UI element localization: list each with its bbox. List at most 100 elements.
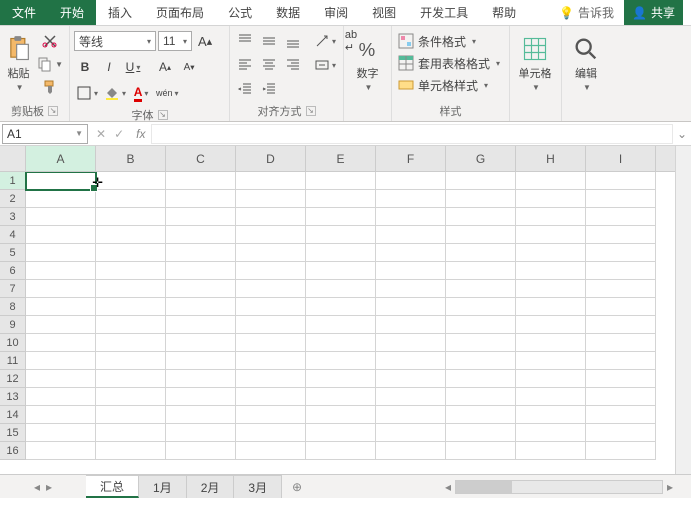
select-all-corner[interactable] xyxy=(0,146,26,171)
column-header[interactable]: G xyxy=(446,146,516,171)
dialog-launcher-icon[interactable]: ↘ xyxy=(48,106,58,116)
cell[interactable] xyxy=(516,172,586,190)
sheet-nav-next-icon[interactable]: ▸ xyxy=(46,480,52,494)
hscroll-track[interactable] xyxy=(455,480,663,494)
cell[interactable] xyxy=(376,244,446,262)
cell[interactable] xyxy=(26,424,96,442)
cell[interactable] xyxy=(306,172,376,190)
number-format-button[interactable]: % 数字 ▼ xyxy=(348,30,387,96)
sheet-tab-2[interactable]: 2月 xyxy=(187,475,235,498)
row-header[interactable]: 7 xyxy=(0,280,26,298)
cancel-formula-button[interactable]: ✕ xyxy=(96,127,106,141)
cell[interactable] xyxy=(166,370,236,388)
vertical-scrollbar[interactable] xyxy=(675,146,691,474)
cell[interactable] xyxy=(166,208,236,226)
cell[interactable] xyxy=(26,208,96,226)
cell[interactable] xyxy=(26,370,96,388)
cell[interactable] xyxy=(446,406,516,424)
cell[interactable] xyxy=(586,406,656,424)
cell[interactable] xyxy=(26,316,96,334)
format-painter-button[interactable] xyxy=(35,76,65,98)
cell[interactable] xyxy=(236,442,306,460)
row-header[interactable]: 16 xyxy=(0,442,26,460)
cell[interactable] xyxy=(446,352,516,370)
cell[interactable] xyxy=(166,226,236,244)
cell[interactable] xyxy=(446,172,516,190)
column-header[interactable]: H xyxy=(516,146,586,171)
cell[interactable] xyxy=(96,190,166,208)
cell[interactable] xyxy=(516,244,586,262)
column-header[interactable]: C xyxy=(166,146,236,171)
cell[interactable] xyxy=(236,406,306,424)
row-header[interactable]: 1 xyxy=(0,172,26,190)
column-header[interactable]: D xyxy=(236,146,306,171)
cell[interactable] xyxy=(586,316,656,334)
cell[interactable] xyxy=(306,424,376,442)
edit-button[interactable]: 编辑 ▼ xyxy=(566,30,606,96)
cell[interactable] xyxy=(236,172,306,190)
cell[interactable] xyxy=(96,172,166,190)
cell-grid[interactable]: 1✛2345678910111213141516 xyxy=(0,172,691,474)
tab-formula[interactable]: 公式 xyxy=(216,0,264,25)
paste-button[interactable]: 粘贴 ▼ xyxy=(4,30,33,96)
cell[interactable] xyxy=(96,280,166,298)
row-header[interactable]: 10 xyxy=(0,334,26,352)
cell[interactable] xyxy=(446,424,516,442)
cell[interactable] xyxy=(236,334,306,352)
cell[interactable]: ✛ xyxy=(26,172,96,190)
cell[interactable] xyxy=(236,298,306,316)
cell[interactable] xyxy=(306,388,376,406)
tab-data[interactable]: 数据 xyxy=(264,0,312,25)
cell[interactable] xyxy=(96,208,166,226)
decrease-font-button[interactable]: A▾ xyxy=(178,56,200,78)
confirm-formula-button[interactable]: ✓ xyxy=(114,127,124,141)
row-header[interactable]: 11 xyxy=(0,352,26,370)
cell[interactable] xyxy=(236,226,306,244)
cell[interactable] xyxy=(236,280,306,298)
cell[interactable] xyxy=(516,388,586,406)
hscroll-thumb[interactable] xyxy=(456,481,512,493)
cell[interactable] xyxy=(516,406,586,424)
scroll-left-icon[interactable]: ◂ xyxy=(441,480,455,494)
cell[interactable] xyxy=(376,262,446,280)
cell[interactable] xyxy=(446,442,516,460)
row-header[interactable]: 8 xyxy=(0,298,26,316)
cell[interactable] xyxy=(26,406,96,424)
tab-page-layout[interactable]: 页面布局 xyxy=(144,0,216,25)
cell[interactable] xyxy=(446,244,516,262)
decrease-indent-button[interactable] xyxy=(234,78,256,100)
cell[interactable] xyxy=(446,298,516,316)
cell[interactable] xyxy=(516,208,586,226)
cut-button[interactable] xyxy=(35,30,65,52)
cell[interactable] xyxy=(306,244,376,262)
cell[interactable] xyxy=(96,424,166,442)
cell[interactable] xyxy=(26,334,96,352)
align-middle-button[interactable] xyxy=(258,30,280,52)
cell[interactable] xyxy=(306,208,376,226)
cell[interactable] xyxy=(446,388,516,406)
cell[interactable] xyxy=(166,280,236,298)
cell[interactable] xyxy=(306,334,376,352)
cell[interactable] xyxy=(96,262,166,280)
cell[interactable] xyxy=(376,316,446,334)
cell[interactable] xyxy=(306,406,376,424)
cell[interactable] xyxy=(516,424,586,442)
cell[interactable] xyxy=(516,442,586,460)
row-header[interactable]: 12 xyxy=(0,370,26,388)
cell[interactable] xyxy=(236,262,306,280)
cell[interactable] xyxy=(166,388,236,406)
row-header[interactable]: 3 xyxy=(0,208,26,226)
column-header[interactable]: F xyxy=(376,146,446,171)
share-button[interactable]: 👤 共享 xyxy=(624,0,683,25)
cell[interactable] xyxy=(166,190,236,208)
font-name-select[interactable]: 等线▾ xyxy=(74,31,156,51)
cell[interactable] xyxy=(586,388,656,406)
phonetic-button[interactable]: wén▾ xyxy=(154,82,181,104)
cell[interactable] xyxy=(586,370,656,388)
cell[interactable] xyxy=(306,352,376,370)
cell[interactable] xyxy=(26,442,96,460)
cell[interactable] xyxy=(236,352,306,370)
cell[interactable] xyxy=(306,370,376,388)
cell[interactable] xyxy=(586,172,656,190)
row-header[interactable]: 5 xyxy=(0,244,26,262)
